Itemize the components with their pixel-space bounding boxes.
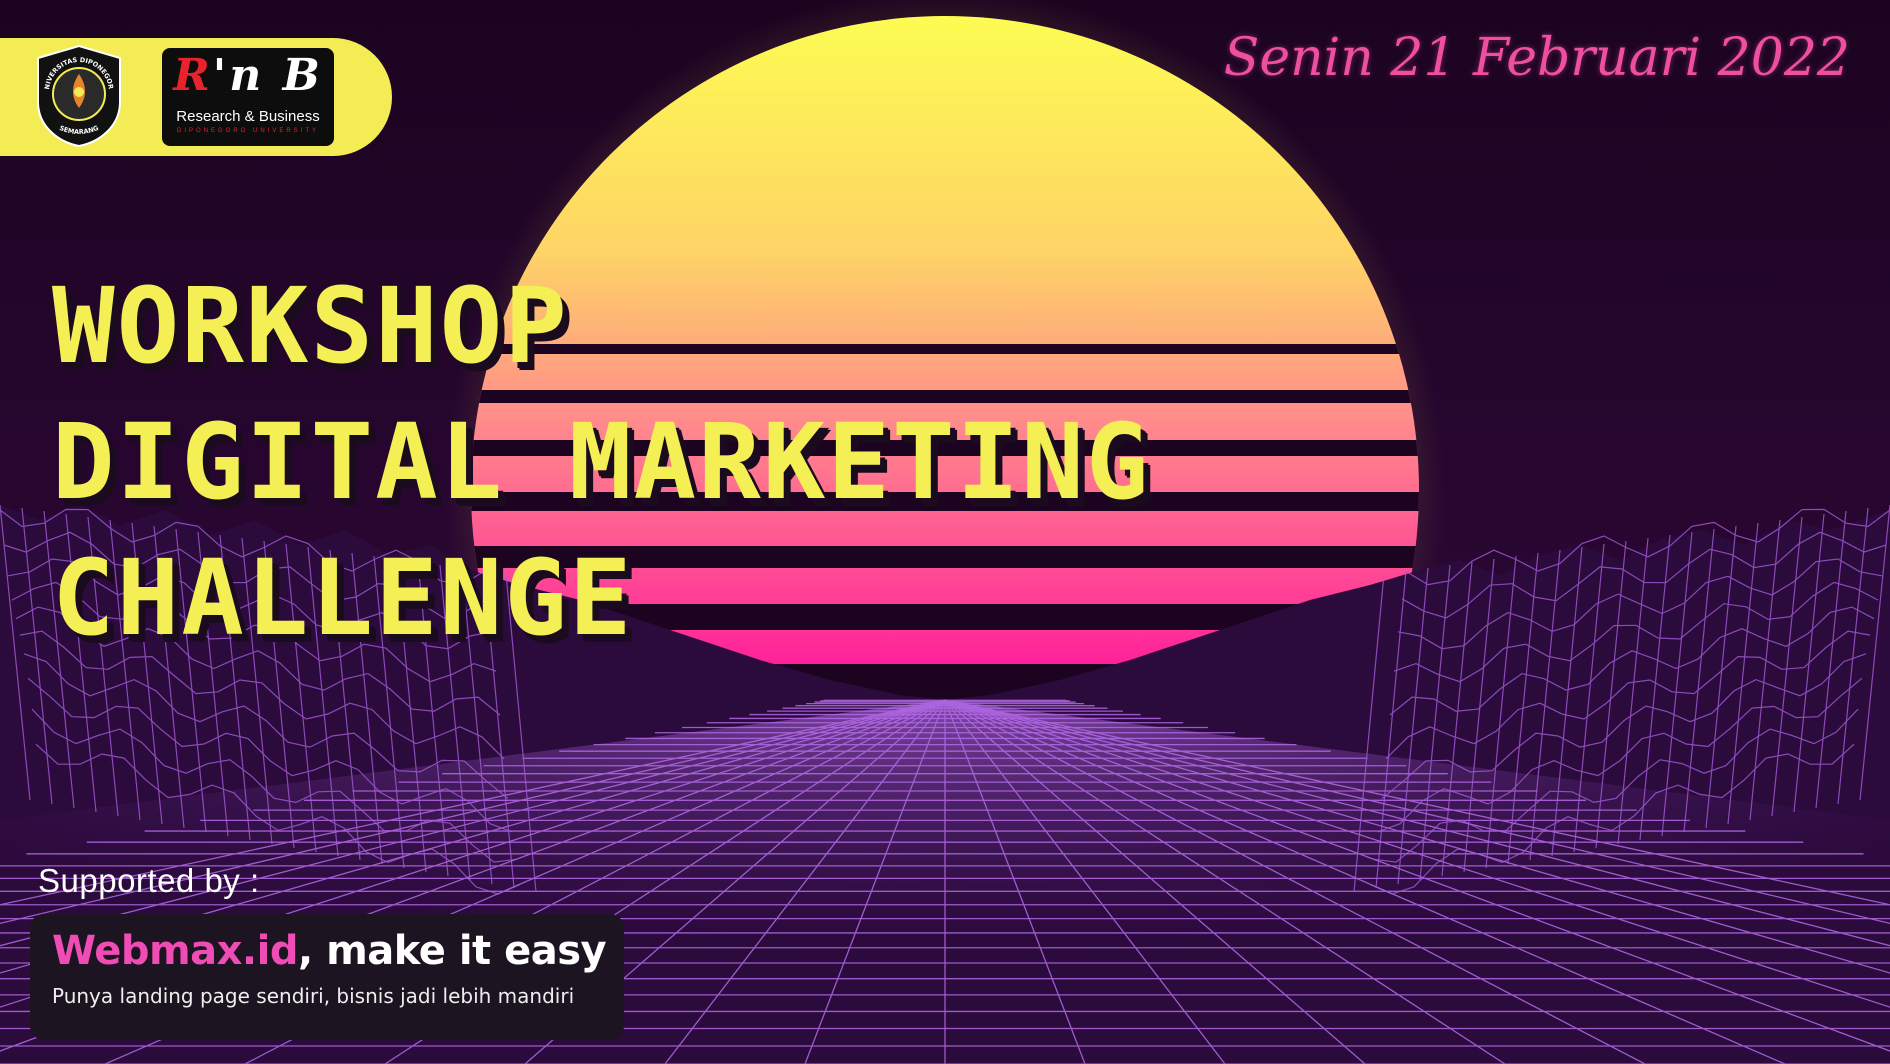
sponsor-slogan: , make it easy [297, 928, 607, 974]
event-title: WORKSHOP DIGITAL MARKETING CHALLENGE [52, 258, 1150, 666]
university-seal-logo: UNIVERSITAS DIPONEGORO SEMARANG [34, 44, 121, 148]
research-business-logo: R'n B Research & Business DIPONEGORO UNI… [162, 48, 334, 146]
event-date: Senin 21 Februari 2022 [1223, 28, 1850, 88]
sponsor-headline: Webmax.id, make it easy [52, 928, 607, 974]
sponsor-card: Webmax.id, make it easy Punya landing pa… [30, 914, 624, 1040]
sponsor-name: Webmax.id [52, 928, 298, 974]
rnb-name: Research & Business [176, 108, 320, 125]
title-line-3: CHALLENGE [52, 537, 634, 659]
rnb-wordmark: R'n B [162, 52, 334, 100]
rnb-wordmark-rest: 'n B [212, 50, 323, 101]
title-line-1: WORKSHOP [52, 265, 569, 387]
rnb-wordmark-r: R [173, 50, 213, 101]
title-line-2: DIGITAL MARKETING [52, 401, 1151, 523]
supported-by-label: Supported by : [38, 862, 260, 899]
rnb-subname: DIPONEGORO UNIVERSITY [176, 128, 319, 134]
sponsor-tagline: Punya landing page sendiri, bisnis jadi … [52, 984, 575, 1008]
